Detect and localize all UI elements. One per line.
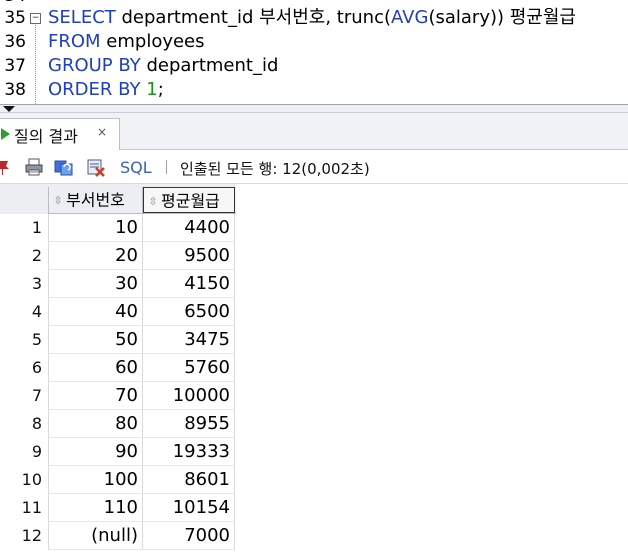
cell-dept-no[interactable]: 50 <box>48 326 143 354</box>
close-icon[interactable]: × <box>97 125 107 139</box>
code-token: department_id 부서번호, trunc( <box>115 7 392 28</box>
keyword-order-by: ORDER BY <box>48 79 141 100</box>
table-row[interactable]: 2 20 9500 <box>0 242 236 270</box>
cell-dept-no[interactable]: 100 <box>48 466 143 494</box>
line-number: 36 <box>4 32 26 52</box>
keyword-group-by: GROUP BY <box>48 55 141 76</box>
table-row[interactable]: 3 30 4150 <box>0 270 236 298</box>
cell-dept-no[interactable]: (null) <box>48 522 143 550</box>
fetch-status: 인출된 모든 행: 12(0,002초) <box>180 160 370 178</box>
keyword-avg: AVG <box>391 7 429 28</box>
cell-dept-no[interactable]: 60 <box>48 354 143 382</box>
cell-dept-no[interactable]: 90 <box>48 438 143 466</box>
cell-avg-salary[interactable]: 7000 <box>143 522 235 550</box>
sql-editor[interactable]: 34 35 − SELECT department_id 부서번호, trunc… <box>0 0 628 104</box>
collapse-arrow-icon[interactable] <box>3 106 15 112</box>
row-number: 6 <box>31 358 42 377</box>
cell-avg-salary[interactable]: 3475 <box>143 326 235 354</box>
row-number: 1 <box>31 218 42 237</box>
editor-line-38[interactable]: 38 ORDER BY 1; <box>0 78 628 102</box>
cell-avg-salary[interactable]: 19333 <box>143 438 235 466</box>
row-number: 11 <box>21 498 42 517</box>
cell-dept-no[interactable]: 110 <box>48 494 143 522</box>
table-row[interactable]: 12 (null) 7000 <box>0 522 236 550</box>
cell-dept-no[interactable]: 80 <box>48 410 143 438</box>
grid-header: ⇳ 부서번호 ⇳ 평균월급 <box>0 184 236 214</box>
code-text: ORDER BY 1; <box>48 78 164 102</box>
table-row[interactable]: 4 40 6500 <box>0 298 236 326</box>
line-number-partial: 34 <box>0 0 26 6</box>
pin-icon[interactable] <box>0 157 14 177</box>
row-number: 5 <box>31 330 42 349</box>
result-toolbar: SQL 인출된 모든 행: 12(0,002초) <box>0 150 628 184</box>
row-number: 8 <box>31 414 42 433</box>
export-icon[interactable] <box>86 157 106 177</box>
editor-line-37[interactable]: 37 GROUP BY department_id <box>0 54 628 78</box>
number-literal: 1 <box>146 79 158 100</box>
cell-dept-no[interactable]: 30 <box>48 270 143 298</box>
sort-icon[interactable]: ⇳ <box>53 195 63 206</box>
fold-toggle-icon[interactable]: − <box>30 13 41 24</box>
sql-link[interactable]: SQL <box>120 158 152 177</box>
column-header-label: 평균월급 <box>161 191 220 211</box>
row-number: 2 <box>31 246 42 265</box>
cell-avg-salary[interactable]: 8601 <box>143 466 235 494</box>
cell-avg-salary[interactable]: 9500 <box>143 242 235 270</box>
line-number: 38 <box>4 80 26 100</box>
line-number: 37 <box>4 56 26 76</box>
refresh-icon[interactable] <box>54 157 74 177</box>
cell-avg-salary[interactable]: 4400 <box>143 214 235 242</box>
keyword-from: FROM <box>48 31 101 52</box>
column-header-dept-no[interactable]: ⇳ 부서번호 <box>48 187 143 213</box>
code-text: SELECT department_id 부서번호, trunc(AVG(sal… <box>48 6 576 30</box>
code-token: ; <box>157 79 164 100</box>
column-header-label: 부서번호 <box>66 190 125 210</box>
code-text: FROM employees <box>48 30 205 54</box>
tab-query-result[interactable]: 질의 결과 × <box>0 118 120 150</box>
table-row[interactable]: 6 60 5760 <box>0 354 236 382</box>
print-icon[interactable] <box>24 157 44 177</box>
cell-dept-no[interactable]: 70 <box>48 382 143 410</box>
row-number: 12 <box>21 526 42 545</box>
keyword-select: SELECT <box>48 7 116 28</box>
code-token: department_id <box>140 55 279 76</box>
code-text: GROUP BY department_id <box>48 54 278 78</box>
cell-avg-salary[interactable]: 8955 <box>143 410 235 438</box>
rownum-header <box>0 184 48 214</box>
tab-label: 질의 결과 <box>14 127 78 146</box>
table-row[interactable]: 5 50 3475 <box>0 326 236 354</box>
row-number: 10 <box>21 470 42 489</box>
line-number: 35 <box>4 8 26 28</box>
result-tab-bar: 질의 결과 × <box>0 113 628 150</box>
cell-avg-salary[interactable]: 5760 <box>143 354 235 382</box>
table-row[interactable]: 8 80 8955 <box>0 410 236 438</box>
editor-line-35[interactable]: 35 − SELECT department_id 부서번호, trunc(AV… <box>0 6 628 30</box>
cell-dept-no[interactable]: 10 <box>48 214 143 242</box>
row-number: 3 <box>31 274 42 293</box>
table-row[interactable]: 7 70 10000 <box>0 382 236 410</box>
code-token: (salary)) 평균월급 <box>428 7 576 28</box>
table-row[interactable]: 11 110 10154 <box>0 494 236 522</box>
table-row[interactable]: 9 90 19333 <box>0 438 236 466</box>
code-token: employees <box>100 31 205 52</box>
panel-splitter[interactable] <box>0 104 628 113</box>
toolbar-separator <box>166 160 167 174</box>
cell-dept-no[interactable]: 20 <box>48 242 143 270</box>
editor-line-36[interactable]: 36 FROM employees <box>0 30 628 54</box>
sort-icon[interactable]: ⇳ <box>148 196 158 207</box>
row-number: 7 <box>31 386 42 405</box>
table-row[interactable]: 10 100 8601 <box>0 466 236 494</box>
result-grid[interactable]: ⇳ 부서번호 ⇳ 평균월급 1 10 4400 2 20 9500 3 30 415… <box>0 184 628 552</box>
cell-avg-salary[interactable]: 10000 <box>143 382 235 410</box>
cell-avg-salary[interactable]: 4150 <box>143 270 235 298</box>
row-number: 9 <box>31 442 42 461</box>
row-number: 4 <box>31 302 42 321</box>
run-arrow-icon <box>1 128 10 140</box>
cell-avg-salary[interactable]: 6500 <box>143 298 235 326</box>
table-row[interactable]: 1 10 4400 <box>0 214 236 242</box>
cell-avg-salary[interactable]: 10154 <box>143 494 235 522</box>
cell-dept-no[interactable]: 40 <box>48 298 143 326</box>
column-header-avg-salary[interactable]: ⇳ 평균월급 <box>143 187 235 213</box>
